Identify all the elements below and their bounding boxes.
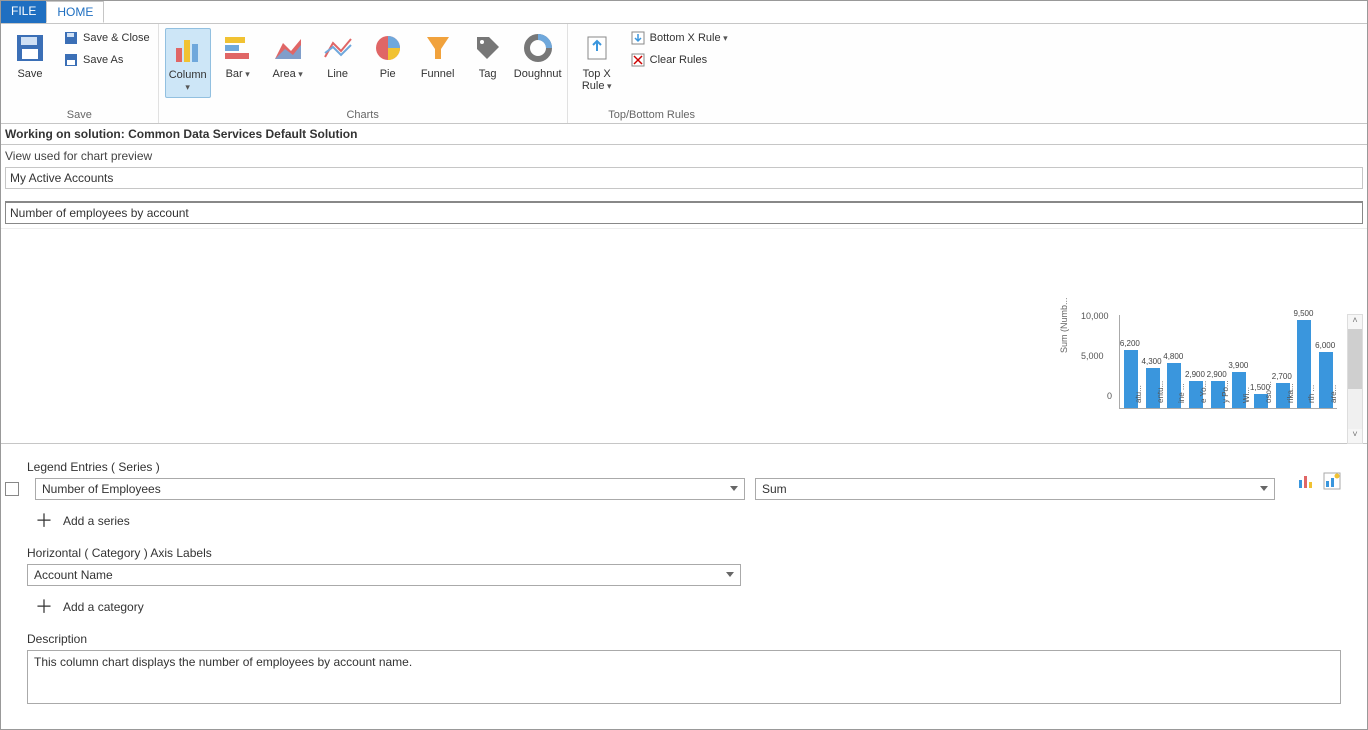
tag-label: Tag: [479, 68, 497, 80]
plus-icon: ＋: [35, 600, 53, 614]
clear-icon: [630, 52, 646, 68]
x-category-label: are...: [1329, 385, 1338, 403]
series-aggregate-select[interactable]: Sum: [755, 478, 1275, 500]
bar-value-label: 2,700: [1272, 372, 1292, 381]
y-tick: 10,000: [1081, 311, 1109, 321]
bar-value-label: 4,300: [1142, 357, 1162, 366]
doughnut-label: Doughnut: [514, 68, 562, 80]
tab-file[interactable]: FILE: [1, 1, 46, 23]
x-category-label: entu...: [1156, 381, 1165, 403]
chart-preview-area: Sum (Numb... 10,000 5,000 0 6,200 atu... 4…: [1, 228, 1367, 444]
save-close-button[interactable]: Save & Close: [61, 28, 152, 48]
edit-series-icon[interactable]: [1323, 472, 1341, 490]
topx-label: Top XRule: [582, 68, 612, 92]
bottomx-rule-button[interactable]: Bottom X Rule: [628, 28, 730, 48]
x-category-label: y Po...: [1221, 380, 1230, 403]
add-category-label: Add a category: [63, 600, 144, 614]
bar-value-label: 2,900: [1185, 370, 1205, 379]
x-category-label: ine ...: [1177, 383, 1186, 403]
tag-icon: [472, 32, 504, 64]
category-field-select[interactable]: Account Name: [27, 564, 741, 586]
series-field-select[interactable]: Number of Employees: [35, 478, 745, 500]
chart-title-input[interactable]: Number of employees by account: [5, 201, 1363, 224]
series-checkbox[interactable]: [5, 482, 19, 496]
group-label-rules: Top/Bottom Rules: [574, 107, 730, 123]
chart-funnel-button[interactable]: Funnel: [415, 28, 461, 84]
scroll-down-icon[interactable]: ˅: [1348, 429, 1362, 443]
chart-tag-button[interactable]: Tag: [465, 28, 511, 84]
bar-value-label: 3,900: [1228, 361, 1248, 370]
topx-rule-button[interactable]: Top XRule: [574, 28, 620, 96]
x-category-label: rth ...: [1307, 385, 1316, 403]
bar-label: Bar: [226, 68, 250, 80]
clear-rules-button[interactable]: Clear Rules: [628, 50, 730, 70]
clear-label: Clear Rules: [650, 54, 707, 66]
chart-config: Legend Entries ( Series ) Number of Empl…: [1, 444, 1367, 710]
chart-bar-button[interactable]: Bar: [215, 28, 261, 84]
doughnut-icon: [522, 32, 554, 64]
bar-value-label: 2,900: [1207, 370, 1227, 379]
bar-value-label: 6,000: [1315, 341, 1335, 350]
description-textarea[interactable]: This column chart displays the number of…: [27, 650, 1341, 704]
description-label: Description: [27, 632, 1341, 646]
bottomx-label: Bottom X Rule: [650, 32, 728, 44]
area-label: Area: [273, 68, 303, 80]
bottomx-icon: [630, 30, 646, 46]
bar-value-label: 9,500: [1293, 309, 1313, 318]
view-select[interactable]: My Active Accounts: [5, 167, 1363, 189]
funnel-label: Funnel: [421, 68, 455, 80]
chart-type-icon[interactable]: [1297, 472, 1315, 490]
pie-icon: [372, 32, 404, 64]
add-category-button[interactable]: ＋ Add a category: [35, 600, 1341, 614]
save-as-label: Save As: [83, 54, 123, 66]
funnel-icon: [422, 32, 454, 64]
view-label: View used for chart preview: [1, 145, 1367, 165]
scroll-up-icon[interactable]: ˄: [1348, 315, 1362, 329]
x-category-label: rika...: [1286, 383, 1295, 403]
series-section-label: Legend Entries ( Series ): [27, 460, 1341, 474]
column-label: Column: [168, 69, 208, 93]
scroll-thumb[interactable]: [1348, 329, 1362, 389]
save-button[interactable]: Save: [7, 28, 53, 84]
category-section-label: Horizontal ( Category ) Axis Labels: [27, 546, 1341, 560]
chart-pie-button[interactable]: Pie: [365, 28, 411, 84]
line-label: Line: [327, 68, 348, 80]
chart-scrollbar[interactable]: ˄ ˅: [1347, 314, 1363, 444]
group-label-charts: Charts: [165, 107, 561, 123]
bar-value-label: 6,200: [1120, 339, 1140, 348]
pie-label: Pie: [380, 68, 396, 80]
column-icon: [172, 33, 204, 65]
chart-area-button[interactable]: Area: [265, 28, 311, 84]
chart-line-button[interactable]: Line: [315, 28, 361, 84]
plus-icon: ＋: [35, 514, 53, 528]
group-label-save: Save: [7, 107, 152, 123]
chart-plot: Sum (Numb... 10,000 5,000 0 6,200atu...4…: [1077, 309, 1337, 437]
ribbon: Save Save & Close Save As Save Column: [1, 24, 1367, 124]
x-category-label: e Yo...: [1199, 381, 1208, 403]
add-series-button[interactable]: ＋ Add a series: [35, 514, 1341, 528]
save-label: Save: [17, 68, 42, 80]
x-category-label: atu...: [1134, 385, 1143, 403]
save-icon: [14, 32, 46, 64]
topx-icon: [581, 32, 613, 64]
y-tick: 0: [1107, 391, 1112, 401]
save-as-icon: [63, 52, 79, 68]
bar-value-label: 4,800: [1163, 352, 1183, 361]
save-as-button[interactable]: Save As: [61, 50, 152, 70]
tab-home[interactable]: HOME: [46, 1, 104, 23]
y-tick: 5,000: [1081, 351, 1104, 361]
bar-icon: [222, 32, 254, 64]
solution-context: Working on solution: Common Data Service…: [1, 124, 1367, 145]
save-close-label: Save & Close: [83, 32, 150, 44]
add-series-label: Add a series: [63, 514, 130, 528]
save-close-icon: [63, 30, 79, 46]
area-icon: [272, 32, 304, 64]
chart-doughnut-button[interactable]: Doughnut: [515, 28, 561, 84]
line-icon: [322, 32, 354, 64]
y-axis-label: Sum (Numb...: [1059, 297, 1069, 353]
x-category-label: oso ...: [1264, 381, 1273, 403]
chart-column-button[interactable]: Column: [165, 28, 211, 98]
